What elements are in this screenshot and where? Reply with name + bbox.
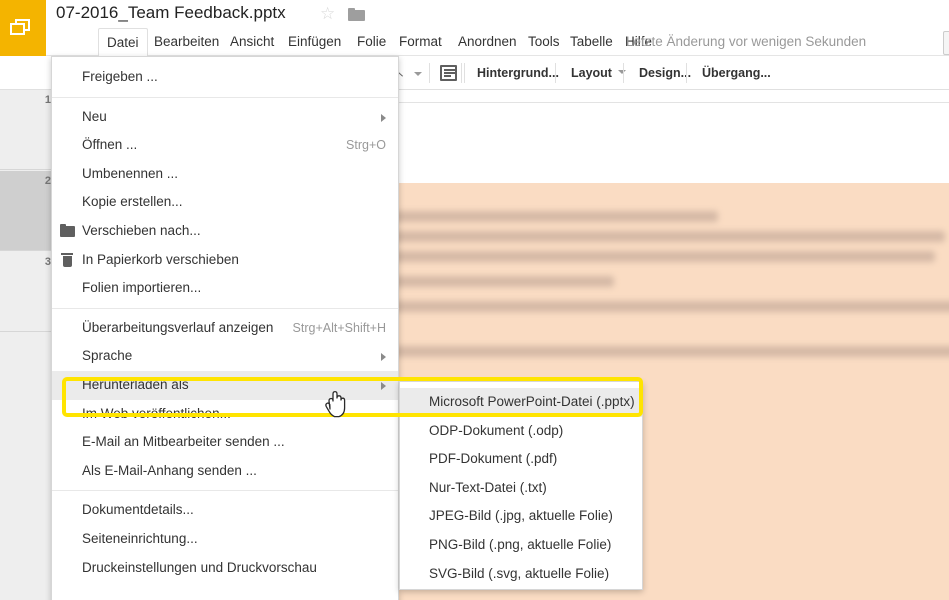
menu-item-label: ODP-Dokument (.odp) <box>429 422 564 438</box>
menu-item-bearbeiten[interactable]: Bearbeiten <box>146 28 227 56</box>
folder-icon <box>60 223 75 238</box>
menu-item-label: E-Mail an Mitbearbeiter senden ... <box>82 434 285 450</box>
menu-item-label: Druckeinstellungen und Druckvorschau <box>82 559 317 575</box>
menu-item-berarbeitungsverlauf-anzeigen[interactable]: Überarbeitungsverlauf anzeigen Strg+Alt+S… <box>52 314 398 343</box>
menu-item-e-mail-an-mitbearbeiter-senden[interactable]: E-Mail an Mitbearbeiter senden ... <box>52 428 398 457</box>
toolbar-divider <box>686 63 687 83</box>
menu-item-als-e-mail-anhang-senden[interactable]: Als E-Mail-Anhang senden ... <box>52 457 398 486</box>
menu-item-druckeinstellungen-und-druckvorschau[interactable]: Druckeinstellungen und Druckvorschau <box>52 554 398 583</box>
last-edit-status: Letzte Änderung vor wenigen Sekunden <box>626 34 867 49</box>
slide-thumbnail[interactable]: 3 <box>0 252 56 332</box>
menu-item-label: Neu <box>82 108 107 124</box>
toolbar-divider <box>461 63 462 83</box>
menu-item-odp-dokument-odp[interactable]: ODP-Dokument (.odp) <box>400 417 642 446</box>
slides-logo-icon[interactable] <box>0 0 46 56</box>
menu-item-shortcut: Strg+Alt+Shift+H <box>292 320 386 335</box>
menu-item-label: SVG-Bild (.svg, aktuelle Folie) <box>429 565 610 581</box>
menu-item-label: Folien importieren... <box>82 280 202 296</box>
toolbar-button-label: Übergang... <box>702 66 771 80</box>
download-as-submenu[interactable]: Microsoft PowerPoint-Datei (.pptx) ODP-Do… <box>399 381 643 590</box>
slide-filmstrip[interactable]: 123 <box>0 90 56 600</box>
menu-item-microsoft-powerpoint-datei-pptx[interactable]: Microsoft PowerPoint-Datei (.pptx) <box>400 388 642 417</box>
menu-separator <box>52 96 398 98</box>
folder-icon[interactable] <box>348 8 365 21</box>
menu-item-png-bild-png-aktuelle-folie[interactable]: PNG-Bild (.png, aktuelle Folie) <box>400 531 642 560</box>
menu-item-label: Umbenennen ... <box>82 165 179 181</box>
star-icon[interactable]: ☆ <box>320 5 337 23</box>
menu-item-label: Freigeben ... <box>82 69 158 84</box>
submenu-arrow-icon <box>381 113 386 122</box>
menu-bar: Datei Bearbeiten Ansicht Einfügen Folie Forma… <box>46 28 949 57</box>
trash-icon <box>60 252 75 267</box>
menu-item-label: Dokumentdetails... <box>82 502 194 518</box>
google-slides-window: 07-2016_Team Feedback.pptx ☆ Datei Bearbe… <box>0 0 949 600</box>
menu-item-label: Nur-Text-Datei (.txt) <box>429 479 547 495</box>
menu-item-folien-importieren[interactable]: Folien importieren... <box>52 274 398 303</box>
menu-item-shortcut: Strg+O <box>346 138 386 153</box>
file-menu-dropdown[interactable]: Freigeben ... Neu Öffnen ... Strg+O Umbenenn… <box>51 56 399 600</box>
toolbar-button-label: Hintergrund... <box>477 66 559 80</box>
menu-item-label: Sprache <box>82 348 133 364</box>
menu-item-in-papierkorb-verschieben[interactable]: In Papierkorb verschieben <box>52 246 398 275</box>
menu-item-jpeg-bild-jpg-aktuelle-folie[interactable]: JPEG-Bild (.jpg, aktuelle Folie) <box>400 502 642 531</box>
menu-item-seiteneinrichtung[interactable]: Seiteneinrichtung... <box>52 525 398 554</box>
menu-item-format[interactable]: Format <box>391 28 450 56</box>
menu-item-umbenennen[interactable]: Umbenennen ... <box>52 160 398 189</box>
toolbar-button-label: Layout <box>571 66 612 80</box>
menu-item-label: PDF-Dokument (.pdf) <box>429 451 558 467</box>
menu-item-label: In Papierkorb verschieben <box>82 251 239 267</box>
toolbar-divider <box>464 63 465 83</box>
menu-item-pdf-dokument-pdf[interactable]: PDF-Dokument (.pdf) <box>400 445 642 474</box>
menu-item-sprache[interactable]: Sprache <box>52 342 398 371</box>
toolbar-button-hintergrund[interactable]: Hintergrund... <box>467 56 569 90</box>
toolbar-button-design[interactable]: Design... <box>629 56 701 90</box>
menu-item-freigeben[interactable]: Freigeben ... <box>52 63 398 92</box>
menu-item-label: Als E-Mail-Anhang senden ... <box>82 462 257 478</box>
toolbar-divider <box>429 63 430 83</box>
title-bar: 07-2016_Team Feedback.pptx ☆ <box>46 0 949 28</box>
menu-separator <box>52 307 398 309</box>
menu-item-nur-text-datei-txt[interactable]: Nur-Text-Datei (.txt) <box>400 474 642 503</box>
menu-item-label: Überarbeitungsverlauf anzeigen <box>82 319 274 335</box>
menu-item-label: Kopie erstellen... <box>82 194 183 210</box>
hand-pointer-cursor <box>322 389 348 419</box>
menu-item-verschieben-nach[interactable]: Verschieben nach... <box>52 217 398 246</box>
submenu-arrow-icon <box>381 381 386 390</box>
menu-item-datei[interactable]: Datei <box>98 28 148 57</box>
toolbar-divider <box>555 63 556 83</box>
menu-item-svg-bild-svg-aktuelle-folie[interactable]: SVG-Bild (.svg, aktuelle Folie) <box>400 560 642 589</box>
menu-item-folie[interactable]: Folie <box>349 28 394 56</box>
menu-item-neu[interactable]: Neu <box>52 103 398 132</box>
slide-thumbnail[interactable]: 2 <box>0 171 56 251</box>
submenu-arrow-icon <box>381 353 386 362</box>
menu-item-label: PNG-Bild (.png, aktuelle Folie) <box>429 536 612 552</box>
toolbar-divider <box>623 63 624 83</box>
chevron-down-icon[interactable] <box>617 70 626 74</box>
text-box-icon[interactable] <box>440 65 457 81</box>
document-title[interactable]: 07-2016_Team Feedback.pptx <box>56 3 286 23</box>
menu-item-label: Herunterladen als <box>82 376 189 392</box>
menu-item-label: Im Web veröffentlichen... <box>82 405 231 421</box>
menu-item-kopie-erstellen[interactable]: Kopie erstellen... <box>52 188 398 217</box>
menu-item-einfgen[interactable]: Einfügen <box>280 28 349 56</box>
menu-item-label: Öffnen ... <box>82 137 138 153</box>
menu-item-ffnen[interactable]: Öffnen ... Strg+O <box>52 131 398 160</box>
toolbar-button-bergang[interactable]: Übergang... <box>692 56 781 90</box>
toolbar-button-layout[interactable]: Layout <box>561 56 636 90</box>
slides-logo-glyph <box>10 19 30 36</box>
present-button[interactable]: Präs <box>943 31 949 55</box>
toolbar-button-label: Design... <box>639 66 692 80</box>
menu-item-label: JPEG-Bild (.jpg, aktuelle Folie) <box>429 508 613 524</box>
menu-item-label: Verschieben nach... <box>82 222 201 238</box>
menu-separator <box>52 490 398 492</box>
menu-item-tabelle[interactable]: Tabelle <box>562 28 621 56</box>
line-style-chevron-down-icon[interactable] <box>414 72 422 76</box>
menu-item-ansicht[interactable]: Ansicht <box>222 28 282 56</box>
slide-thumbnail[interactable]: 1 <box>0 90 56 170</box>
menu-item-tools[interactable]: Tools <box>520 28 568 56</box>
menu-item-anordnen[interactable]: Anordnen <box>450 28 525 56</box>
menu-item-label: Seiteneinrichtung... <box>82 530 198 546</box>
menu-item-dokumentdetails[interactable]: Dokumentdetails... <box>52 496 398 525</box>
menu-item-label: Microsoft PowerPoint-Datei (.pptx) <box>429 394 635 409</box>
